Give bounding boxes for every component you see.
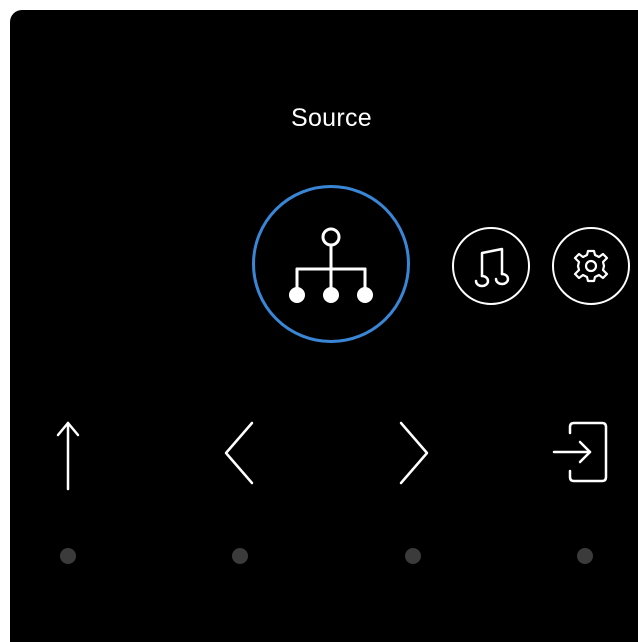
enter-icon: [552, 421, 608, 483]
control-panel-screen: Source: [10, 10, 638, 642]
music-button[interactable]: [452, 227, 530, 305]
indicator-dot-next: [405, 548, 421, 564]
next-button[interactable]: [383, 417, 443, 497]
settings-button[interactable]: [552, 227, 630, 305]
source-button[interactable]: [252, 185, 410, 343]
indicator-dot-enter: [577, 548, 593, 564]
chevron-right-icon: [399, 421, 429, 485]
up-button[interactable]: [38, 417, 98, 497]
indicator-dot-previous: [232, 548, 248, 564]
gear-icon: [573, 249, 609, 283]
network-tree-icon: [289, 227, 373, 303]
arrow-up-icon: [56, 421, 80, 491]
screen-title: Source: [290, 104, 372, 132]
enter-button[interactable]: [552, 417, 612, 497]
music-note-icon: [474, 247, 510, 288]
previous-button[interactable]: [210, 417, 270, 497]
chevron-left-icon: [224, 421, 254, 485]
indicator-dot-up: [60, 548, 76, 564]
